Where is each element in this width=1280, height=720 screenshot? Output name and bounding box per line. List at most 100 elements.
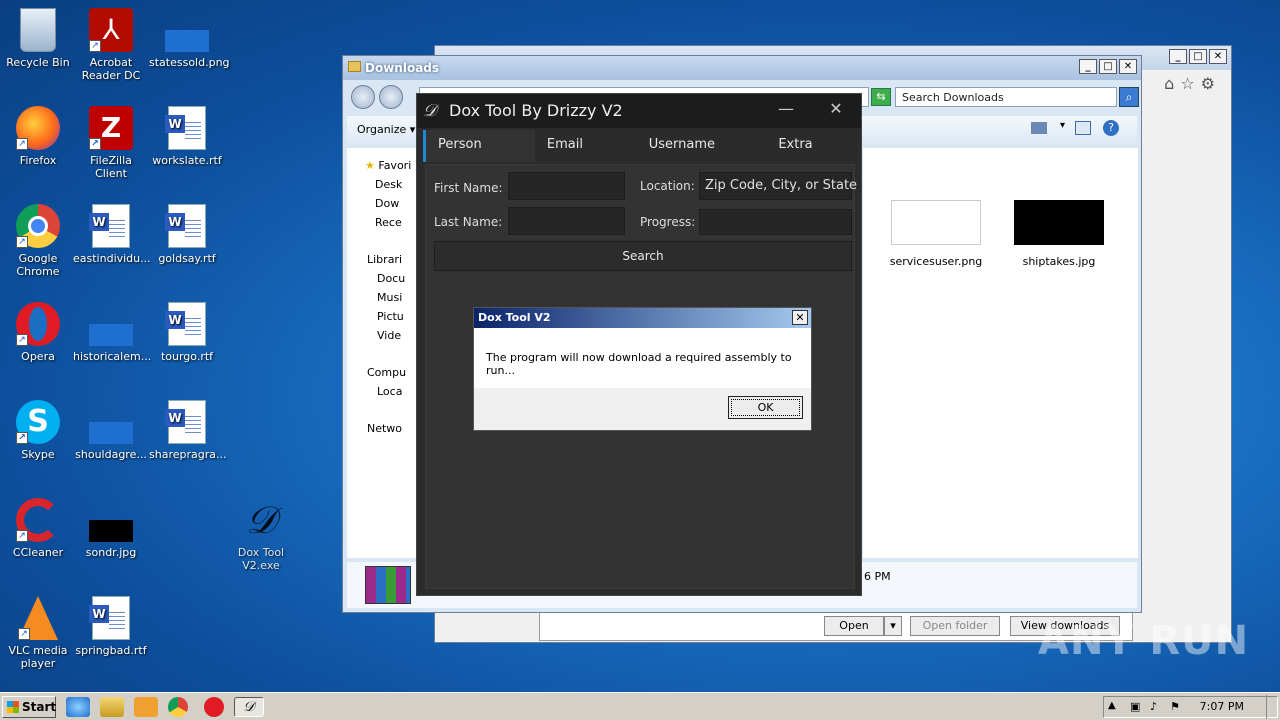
nav-item-music[interactable]: Musi: [347, 288, 421, 307]
last-name-field[interactable]: [508, 207, 625, 235]
nav-item-documents[interactable]: Docu: [347, 269, 421, 288]
dialog-message: The program will now download a required…: [474, 328, 811, 388]
close-icon[interactable]: ✕: [1119, 59, 1137, 74]
minimize-icon[interactable]: _: [1169, 49, 1187, 64]
desktop-icon-ccleaner[interactable]: ↗ CCleaner: [0, 498, 76, 559]
nav-item-local-disk[interactable]: Loca: [347, 382, 421, 401]
network-icon[interactable]: ▣: [1130, 700, 1140, 713]
desktop-icon-acrobat[interactable]: ⅄ ↗ Acrobat Reader DC: [73, 8, 149, 82]
star-icon[interactable]: ☆: [1180, 74, 1200, 93]
maximize-icon[interactable]: □: [1099, 59, 1117, 74]
desktop-icon-historicalem[interactable]: historicalem...: [73, 302, 151, 363]
open-button[interactable]: Open: [824, 616, 884, 636]
desktop-icon-workslate[interactable]: W workslate.rtf: [149, 106, 225, 167]
volume-icon[interactable]: ♪: [1150, 700, 1157, 713]
nav-item-favorites[interactable]: ★ Favori: [347, 156, 421, 175]
minimize-icon[interactable]: _: [1079, 59, 1097, 74]
desktop-icon-springbad[interactable]: W springbad.rtf: [73, 596, 149, 657]
show-desktop-button[interactable]: [1266, 695, 1280, 719]
file-item[interactable]: servicesuser.png: [881, 200, 991, 268]
tab-email-search[interactable]: Email Search: [535, 130, 637, 182]
desktop-icon-recycle-bin[interactable]: Recycle Bin: [0, 8, 76, 69]
dox-tool-tabs: Person Search Email Search Username Sear…: [423, 130, 855, 182]
desktop-icon-firefox[interactable]: ↗ Firefox: [0, 106, 76, 167]
file-explorer-icon[interactable]: [100, 697, 124, 717]
nav-item-network[interactable]: Netwo: [347, 419, 421, 438]
desktop-icon-label: VLC media player: [8, 644, 68, 670]
nav-item-computer[interactable]: Compu: [347, 363, 421, 382]
message-dialog[interactable]: Dox Tool V2 ✕ The program will now downl…: [473, 307, 812, 431]
desktop-icon-eastindividu[interactable]: W eastindividu...: [73, 204, 151, 265]
view-options-icon[interactable]: [1031, 122, 1047, 134]
preview-pane-icon[interactable]: [1075, 121, 1091, 135]
organize-button[interactable]: Organize ▾: [357, 123, 415, 136]
desktop-icon-google-chrome[interactable]: ↗ Google Chrome: [0, 204, 76, 278]
search-button[interactable]: Search: [434, 241, 852, 271]
search-input[interactable]: Search Downloads: [895, 87, 1117, 107]
desktop-icon-filezilla[interactable]: Z ↗ FileZilla Client: [73, 106, 149, 180]
file-item[interactable]: shiptakes.jpg: [1004, 200, 1114, 268]
desktop-icon-statessold[interactable]: statessold.png: [149, 8, 230, 69]
last-name-label: Last Name:: [434, 215, 503, 229]
nav-item-pictures[interactable]: Pictu: [347, 307, 421, 326]
tab-username-search[interactable]: Username Search: [637, 130, 767, 182]
start-button[interactable]: Start: [2, 696, 56, 718]
nav-item-desktop[interactable]: Desk: [347, 175, 421, 194]
dox-tool-taskbar-icon[interactable]: 𝒟: [234, 697, 264, 717]
desktop-icon-opera[interactable]: ↗ Opera: [0, 302, 76, 363]
chevron-up-icon[interactable]: ▲: [1108, 700, 1116, 711]
home-icon[interactable]: ⌂: [1164, 74, 1180, 93]
refresh-icon[interactable]: ⇆: [871, 88, 891, 106]
desktop-icon-label: eastindividu...: [73, 252, 151, 265]
location-field[interactable]: Zip Code, City, or State: [699, 172, 857, 200]
rtf-document-icon: W: [165, 400, 209, 444]
forward-button[interactable]: [379, 85, 403, 109]
browser-toolbar-icons: ⌂☆⚙: [1164, 74, 1221, 93]
ok-button[interactable]: OK: [728, 396, 803, 419]
back-button[interactable]: [351, 85, 375, 109]
anyrun-watermark: ANY RUN: [1038, 618, 1250, 664]
minimize-icon[interactable]: —: [773, 94, 799, 128]
desktop-icon-shouldagre[interactable]: shouldagre...: [73, 400, 149, 461]
opera-icon[interactable]: [204, 697, 224, 717]
tab-person-search[interactable]: Person Search: [423, 130, 535, 182]
maximize-icon[interactable]: □: [1189, 49, 1207, 64]
desktop-icon-sondr[interactable]: sondr.jpg: [73, 498, 149, 559]
close-icon[interactable]: ✕: [823, 94, 849, 128]
ccleaner-icon: ↗: [16, 498, 60, 542]
nav-item-libraries[interactable]: Librari: [347, 250, 421, 269]
progress-label: Progress:: [640, 215, 696, 229]
first-name-field[interactable]: [508, 172, 625, 200]
chevron-down-icon[interactable]: ▾: [1060, 120, 1065, 131]
star-icon: ★: [365, 159, 375, 172]
close-icon[interactable]: ✕: [1209, 49, 1227, 64]
desktop-icon-tourgo[interactable]: W tourgo.rtf: [149, 302, 225, 363]
flag-icon[interactable]: ⚑: [1170, 700, 1180, 713]
close-icon[interactable]: ✕: [792, 310, 808, 325]
desktop-icon-goldsay[interactable]: W goldsay.rtf: [149, 204, 225, 265]
chrome-icon[interactable]: [168, 697, 188, 717]
open-folder-button[interactable]: Open folder: [910, 616, 1000, 636]
dialog-titlebar[interactable]: Dox Tool V2 ✕: [474, 308, 811, 328]
shortcut-arrow-icon: ↗: [16, 236, 28, 248]
desktop-icon-vlc[interactable]: ↗ VLC media player: [0, 596, 76, 670]
folder-icon: [348, 61, 361, 72]
desktop-icon-skype[interactable]: S ↗ Skype: [0, 400, 76, 461]
open-dropdown-button[interactable]: ▾: [884, 616, 902, 636]
desktop-icon-label: goldsay.rtf: [158, 252, 216, 265]
file-list: servicesuser.png shiptakes.jpg: [863, 148, 1138, 558]
explorer-titlebar[interactable]: Downloads _ □ ✕: [343, 56, 1141, 80]
search-icon[interactable]: ⌕: [1119, 87, 1139, 107]
internet-explorer-icon[interactable]: [66, 697, 90, 717]
media-player-icon[interactable]: [134, 697, 158, 717]
tab-extra-tools[interactable]: Extra Tools: [766, 130, 855, 182]
clock[interactable]: 7:07 PM: [1200, 700, 1244, 713]
nav-item-recent[interactable]: Rece: [347, 213, 421, 232]
dox-tool-titlebar[interactable]: 𝒟 Dox Tool By Drizzy V2 — ✕: [417, 94, 861, 128]
desktop-icon-dox-tool[interactable]: 𝒟 Dox Tool V2.exe: [223, 498, 299, 572]
nav-item-downloads[interactable]: Dow: [347, 194, 421, 213]
gear-icon[interactable]: ⚙: [1201, 74, 1221, 93]
help-icon[interactable]: ?: [1103, 120, 1119, 136]
nav-item-videos[interactable]: Vide: [347, 326, 421, 345]
desktop-icon-sharepragra[interactable]: W sharepragra...: [149, 400, 226, 461]
